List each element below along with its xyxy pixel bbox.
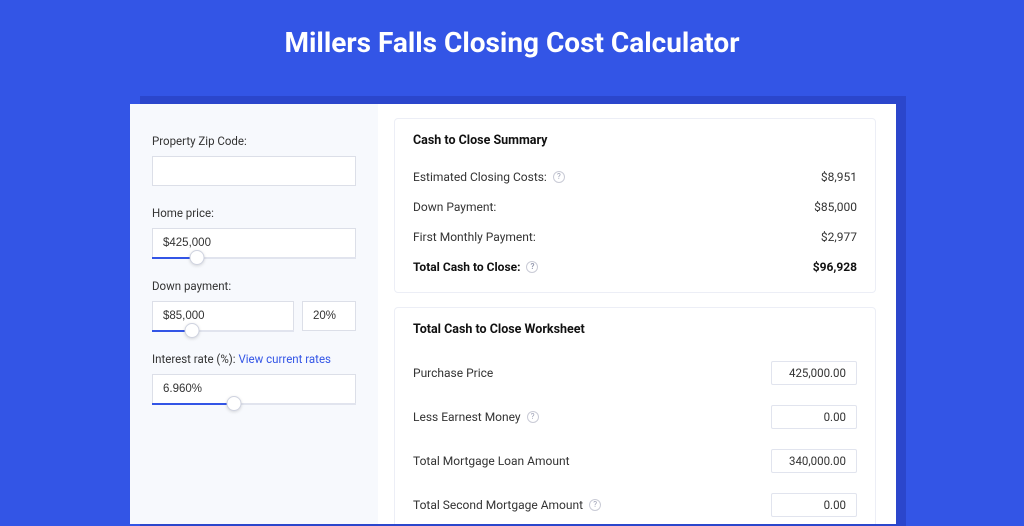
interest-rate-label-text: Interest rate (%):: [152, 352, 236, 366]
down-payment-input[interactable]: [152, 301, 294, 331]
summary-row-label-text: Estimated Closing Costs:: [413, 170, 547, 184]
interest-rate-label: Interest rate (%): View current rates: [152, 352, 356, 366]
summary-row-label: Estimated Closing Costs:?: [413, 170, 565, 184]
worksheet-row-label: Purchase Price: [413, 366, 493, 380]
summary-row: First Monthly Payment: $2,977: [413, 222, 857, 252]
summary-row-label: First Monthly Payment:: [413, 230, 536, 244]
worksheet-row: Total Mortgage Loan Amount 340,000.00: [413, 439, 857, 483]
help-icon[interactable]: ?: [527, 411, 539, 423]
help-icon[interactable]: ?: [526, 261, 538, 273]
home-price-input[interactable]: [152, 228, 356, 258]
worksheet-row-label-text: Total Second Mortgage Amount: [413, 498, 583, 512]
worksheet-row-value[interactable]: 340,000.00: [771, 449, 857, 473]
summary-row: Total Cash to Close:? $96,928: [413, 252, 857, 282]
view-rates-link[interactable]: View current rates: [238, 352, 331, 366]
worksheet-row: Less Earnest Money? 0.00: [413, 395, 857, 439]
worksheet-row-value[interactable]: 425,000.00: [771, 361, 857, 385]
worksheet-row-label: Total Mortgage Loan Amount: [413, 454, 570, 468]
summary-card: Cash to Close Summary Estimated Closing …: [394, 118, 876, 293]
worksheet-row: Purchase Price 425,000.00: [413, 351, 857, 395]
home-price-slider-thumb[interactable]: [189, 250, 204, 265]
summary-row-value: $8,951: [821, 170, 857, 184]
worksheet-row-value[interactable]: 0.00: [771, 493, 857, 517]
summary-rows: Estimated Closing Costs:? $8,951 Down Paym…: [413, 162, 857, 282]
down-payment-percent-input[interactable]: [302, 301, 356, 331]
interest-rate-field: Interest rate (%): View current rates: [152, 352, 356, 405]
calculator-panel: Property Zip Code: Home price: Down paym…: [130, 104, 896, 524]
home-price-slider[interactable]: [152, 257, 356, 259]
summary-row-label: Total Cash to Close:?: [413, 260, 538, 274]
worksheet-row-value[interactable]: 0.00: [771, 405, 857, 429]
interest-rate-slider-thumb[interactable]: [226, 396, 241, 411]
worksheet-rows: Purchase Price 425,000.00 Less Earnest Mon…: [413, 351, 857, 524]
interest-rate-slider-fill: [152, 403, 234, 405]
page-title: Millers Falls Closing Cost Calculator: [0, 0, 1024, 81]
worksheet-card: Total Cash to Close Worksheet Purchase P…: [394, 307, 876, 524]
summary-row-label: Down Payment:: [413, 200, 496, 214]
worksheet-heading: Total Cash to Close Worksheet: [413, 322, 857, 337]
worksheet-row: Total Second Mortgage Amount? 0.00: [413, 483, 857, 524]
summary-heading: Cash to Close Summary: [413, 133, 857, 148]
results-main: Cash to Close Summary Estimated Closing …: [378, 104, 896, 524]
zip-label: Property Zip Code:: [152, 134, 356, 148]
help-icon[interactable]: ?: [553, 171, 565, 183]
interest-rate-input[interactable]: [152, 374, 356, 404]
worksheet-row-label: Less Earnest Money?: [413, 410, 539, 424]
down-payment-slider-thumb[interactable]: [184, 323, 199, 338]
home-price-field: Home price:: [152, 206, 356, 259]
summary-row-value: $85,000: [814, 200, 857, 214]
zip-input[interactable]: [152, 156, 356, 186]
worksheet-row-label-text: Total Mortgage Loan Amount: [413, 454, 570, 468]
help-icon[interactable]: ?: [589, 499, 601, 511]
summary-row-label-text: First Monthly Payment:: [413, 230, 536, 244]
summary-row: Estimated Closing Costs:? $8,951: [413, 162, 857, 192]
inputs-sidebar: Property Zip Code: Home price: Down paym…: [130, 104, 378, 524]
down-payment-slider[interactable]: [152, 330, 294, 332]
summary-row: Down Payment: $85,000: [413, 192, 857, 222]
zip-field: Property Zip Code:: [152, 134, 356, 186]
worksheet-row-label-text: Purchase Price: [413, 366, 493, 380]
home-price-label: Home price:: [152, 206, 356, 220]
summary-row-value: $96,928: [813, 260, 857, 274]
summary-row-label-text: Total Cash to Close:: [413, 260, 520, 274]
summary-row-value: $2,977: [821, 230, 857, 244]
down-payment-field: Down payment:: [152, 279, 356, 332]
worksheet-row-label-text: Less Earnest Money: [413, 410, 521, 424]
interest-rate-slider[interactable]: [152, 403, 356, 405]
worksheet-row-label: Total Second Mortgage Amount?: [413, 498, 601, 512]
summary-row-label-text: Down Payment:: [413, 200, 496, 214]
down-payment-label: Down payment:: [152, 279, 356, 293]
